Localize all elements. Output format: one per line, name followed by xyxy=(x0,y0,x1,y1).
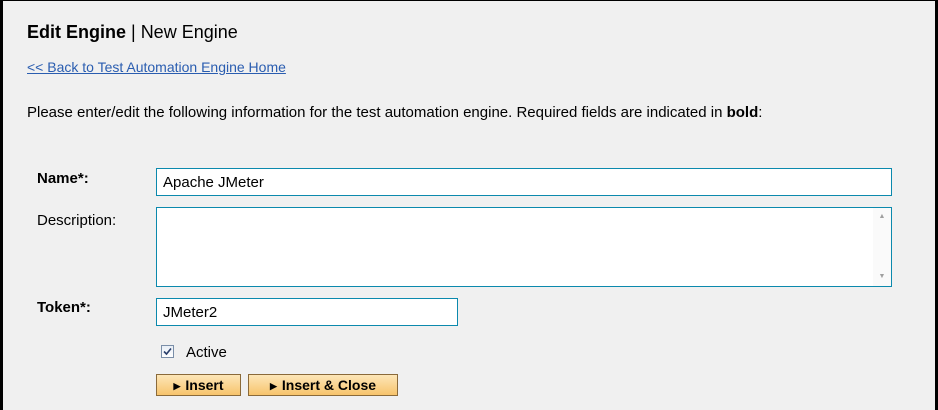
token-label: Token*: xyxy=(37,299,91,316)
name-input[interactable] xyxy=(156,168,892,196)
triangle-right-icon: ▶ xyxy=(173,381,181,391)
description-scrollbar[interactable]: ▲ ▼ xyxy=(873,208,891,286)
check-icon xyxy=(163,347,172,356)
page-title: Edit Engine | New Engine xyxy=(27,21,238,43)
insert-and-close-button-label: Insert & Close xyxy=(281,377,377,393)
name-label: Name*: xyxy=(37,170,89,187)
edit-engine-panel: Edit Engine | New Engine << Back to Test… xyxy=(0,0,938,410)
description-textarea[interactable] xyxy=(157,208,873,286)
token-input[interactable] xyxy=(156,298,458,326)
scroll-up-arrow-icon[interactable]: ▲ xyxy=(873,210,891,224)
instructions-colon: : xyxy=(758,104,763,121)
back-to-home-link[interactable]: << Back to Test Automation Engine Home xyxy=(27,59,286,75)
instructions-text: Please enter/edit the following informat… xyxy=(27,104,927,121)
triangle-right-icon: ▶ xyxy=(269,381,277,391)
active-checkbox[interactable] xyxy=(161,345,174,358)
scroll-down-arrow-icon[interactable]: ▼ xyxy=(873,270,891,284)
description-field: ▲ ▼ xyxy=(156,207,892,287)
page-title-subtitle: New Engine xyxy=(140,22,238,42)
description-label: Description: xyxy=(37,212,117,229)
insert-button[interactable]: ▶ Insert xyxy=(156,374,241,396)
instructions-bold-word: bold xyxy=(726,104,759,121)
page-title-bold: Edit Engine xyxy=(27,22,126,42)
page-title-separator: | xyxy=(126,22,141,42)
insert-button-label: Insert xyxy=(185,377,224,393)
insert-and-close-button[interactable]: ▶ Insert & Close xyxy=(248,374,398,396)
instructions-body: Please enter/edit the following informat… xyxy=(27,104,727,121)
active-checkbox-label: Active xyxy=(186,344,227,361)
